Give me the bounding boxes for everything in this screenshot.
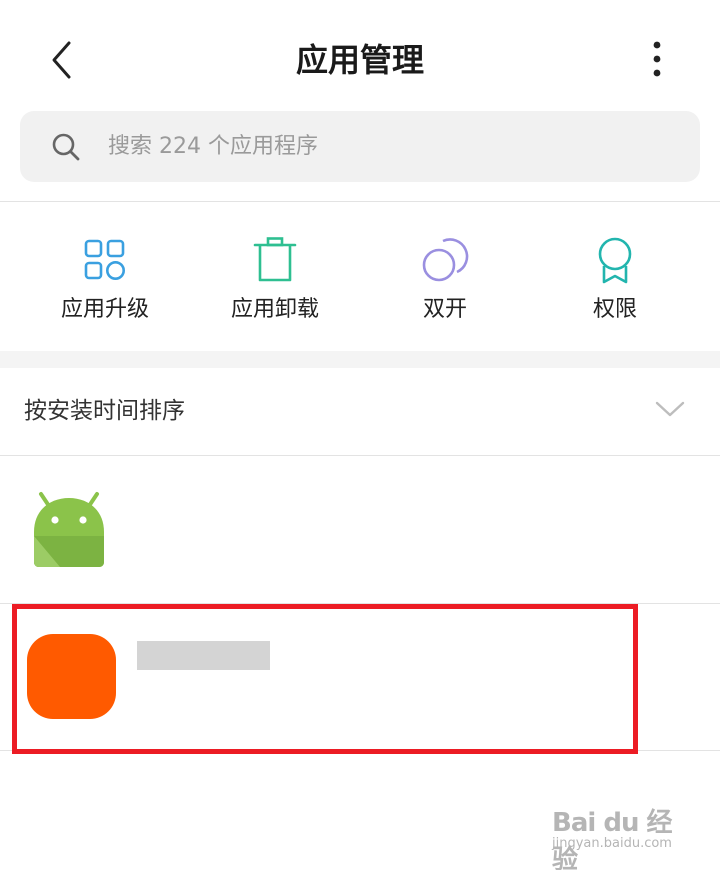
badge-icon (598, 237, 632, 284)
tool-row: 应用升级 应用卸载 双开 权限 (0, 202, 720, 352)
dual-circles-icon (422, 238, 469, 282)
tool-label: 双开 (422, 297, 467, 322)
tool-dual-open[interactable]: 双开 (360, 232, 530, 332)
baidu-watermark: Bai du 经验 jingyan.baidu.com (552, 798, 692, 870)
tool-app-uninstall[interactable]: 应用卸载 (190, 232, 360, 332)
tool-permissions[interactable]: 权限 (530, 232, 700, 332)
more-vertical-icon (653, 41, 661, 77)
search-bar[interactable] (20, 111, 700, 182)
sort-selector[interactable]: 按安装时间排序 (0, 368, 720, 455)
chevron-down-icon (655, 401, 685, 417)
trash-icon (253, 237, 297, 282)
tool-label: 应用升级 (60, 297, 149, 322)
more-button[interactable] (642, 38, 672, 82)
tool-label: 应用卸载 (230, 297, 319, 322)
watermark-sub: jingyan.baidu.com (552, 836, 672, 851)
android-icon (34, 492, 104, 567)
app-list-item[interactable] (0, 456, 720, 603)
sort-label: 按安装时间排序 (24, 398, 185, 424)
header: 应用管理 (0, 0, 720, 110)
search-input[interactable] (106, 125, 668, 167)
search-icon (52, 133, 80, 161)
tool-label: 权限 (592, 297, 637, 322)
grid-apps-icon (84, 239, 125, 280)
app-management-screen: 应用管理 应用升级 (0, 0, 720, 870)
section-separator (0, 351, 720, 368)
tool-app-upgrade[interactable]: 应用升级 (20, 232, 190, 332)
highlight-annotation-box (12, 604, 638, 754)
page-title: 应用管理 (295, 41, 424, 79)
